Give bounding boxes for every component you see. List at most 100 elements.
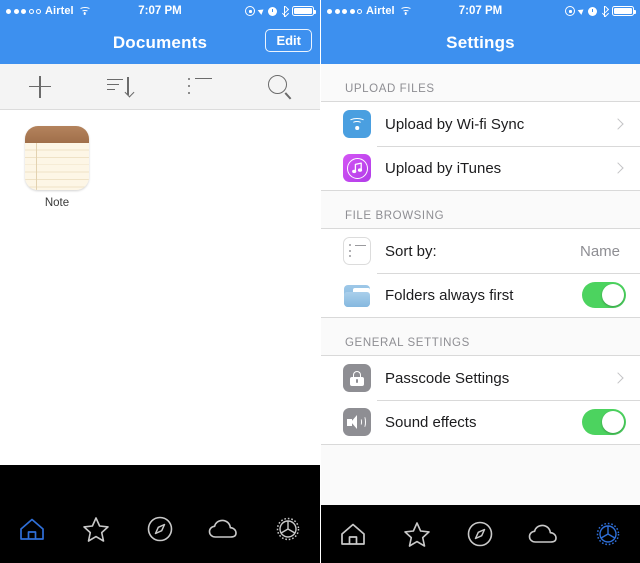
signal-dot [21, 8, 26, 14]
alarm-icon [588, 6, 597, 16]
tab-favorites[interactable] [385, 514, 449, 554]
chevron-right-icon [612, 372, 624, 384]
chevron-right-icon [612, 118, 624, 130]
signal-dot [28, 8, 34, 14]
search-icon [268, 74, 292, 99]
alarm-icon [268, 6, 277, 16]
note-icon-header [25, 126, 89, 143]
tab-browser[interactable] [449, 514, 513, 554]
chevron-right-icon [612, 162, 624, 174]
tab-bar-left [0, 465, 320, 563]
sound-icon [343, 408, 371, 436]
row-value: Name [579, 242, 620, 260]
section-header-upload-files: UPLOAD FILES [321, 64, 640, 101]
note-file-icon [25, 126, 89, 190]
list-view-button[interactable] [160, 64, 240, 109]
sort-icon [107, 76, 135, 98]
tab-cloud[interactable] [512, 514, 576, 554]
sort-button[interactable] [80, 64, 160, 109]
wifi-icon [343, 110, 371, 138]
file-grid: Note [0, 110, 320, 465]
tab-home[interactable] [0, 509, 64, 549]
plus-icon [29, 75, 51, 98]
tab-favorites[interactable] [64, 509, 128, 549]
status-left-group: Airtel [327, 5, 412, 17]
signal-dot [327, 8, 332, 14]
section-rows-file-browsing: Sort by: Name Folders always first [321, 228, 640, 318]
itunes-icon [343, 154, 371, 182]
signal-dot [342, 8, 347, 14]
tab-cloud[interactable] [192, 509, 256, 549]
tab-bar-right [321, 505, 640, 563]
settings-screen: Airtel 7:07 PM Settings UPLOAD FILES Upl… [320, 0, 640, 563]
edit-button[interactable]: Edit [265, 29, 312, 52]
folder-icon [343, 281, 371, 309]
list-icon [188, 77, 212, 96]
folders-always-first-toggle[interactable] [582, 282, 626, 308]
carrier-label: Airtel [45, 5, 74, 17]
sort-list-icon [343, 237, 371, 265]
status-right-group [245, 5, 316, 17]
tab-home[interactable] [321, 514, 385, 554]
note-icon-margin-rule [36, 143, 37, 190]
page-title: Documents [112, 33, 208, 52]
sound-effects-toggle[interactable] [582, 409, 626, 435]
location-icon [577, 7, 586, 15]
signal-dot [6, 8, 11, 14]
file-item-note[interactable]: Note [15, 126, 99, 209]
status-bar-left: Airtel 7:07 PM [0, 0, 320, 22]
row-upload-wifi-sync[interactable]: Upload by Wi-fi Sync [321, 102, 640, 146]
wifi-status-icon [78, 6, 91, 16]
file-label: Note [44, 197, 70, 209]
settings-list: UPLOAD FILES Upload by Wi-fi Sync Upload… [321, 64, 640, 563]
tab-settings[interactable] [576, 514, 640, 554]
signal-strength-dots [6, 8, 41, 14]
row-folders-always-first[interactable]: Folders always first [321, 273, 640, 317]
lock-icon [343, 364, 371, 392]
documents-toolbar [0, 64, 320, 110]
search-button[interactable] [240, 64, 320, 109]
status-bar-right: Airtel 7:07 PM [321, 0, 640, 22]
signal-dot [357, 8, 362, 14]
row-label: Passcode Settings [385, 369, 510, 387]
wifi-status-icon [399, 6, 412, 16]
rotation-lock-icon [565, 6, 575, 16]
add-button[interactable] [0, 64, 80, 109]
row-label: Folders always first [385, 286, 514, 304]
section-header-general-settings: GENERAL SETTINGS [321, 318, 640, 355]
row-passcode-settings[interactable]: Passcode Settings [321, 356, 640, 400]
row-sound-effects[interactable]: Sound effects [321, 400, 640, 444]
location-icon [257, 7, 266, 15]
section-header-file-browsing: FILE BROWSING [321, 191, 640, 228]
rotation-lock-icon [245, 6, 255, 16]
row-upload-itunes[interactable]: Upload by iTunes [321, 146, 640, 190]
row-label: Sort by: [385, 242, 437, 260]
navigation-bar-documents: Documents Edit [0, 22, 320, 64]
signal-dot [334, 8, 340, 14]
signal-dot [13, 8, 19, 14]
signal-dot [36, 8, 41, 14]
bluetooth-icon [281, 5, 289, 17]
tab-browser[interactable] [128, 509, 192, 549]
note-icon-paper [25, 143, 89, 190]
status-right-group [565, 5, 636, 17]
battery-icon [292, 6, 316, 16]
carrier-label: Airtel [366, 5, 395, 17]
documents-screen: Airtel 7:07 PM Documents Edit Note [0, 0, 320, 563]
row-label: Sound effects [385, 413, 477, 431]
status-left-group: Airtel [6, 5, 91, 17]
row-label: Upload by iTunes [385, 159, 502, 177]
section-header-password-clipped: PASSWORD [321, 445, 640, 464]
navigation-bar-settings: Settings [321, 22, 640, 64]
tab-settings[interactable] [256, 509, 320, 549]
row-sort-by[interactable]: Sort by: Name [321, 229, 640, 273]
battery-icon [612, 6, 636, 16]
row-label: Upload by Wi-fi Sync [385, 115, 525, 133]
signal-strength-dots [327, 8, 362, 14]
signal-dot [349, 8, 355, 14]
bluetooth-icon [601, 5, 609, 17]
section-rows-general-settings: Passcode Settings Sound effects [321, 355, 640, 445]
page-title: Settings [446, 33, 515, 52]
section-rows-upload-files: Upload by Wi-fi Sync Upload by iTunes [321, 101, 640, 191]
dual-screenshot: Airtel 7:07 PM Documents Edit Note Airte… [0, 0, 640, 563]
